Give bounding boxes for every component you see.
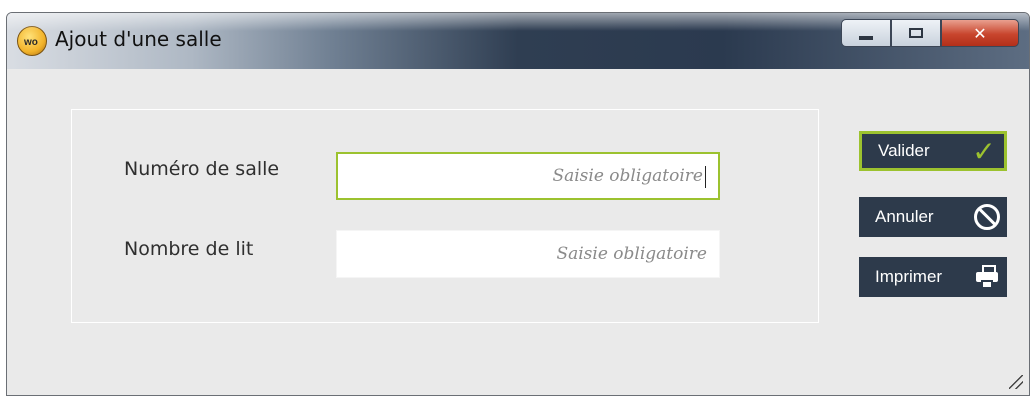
cancel-button[interactable]: Annuler (859, 197, 1007, 237)
print-button-label: Imprimer (875, 267, 943, 286)
form-panel: Numéro de salle Saisie obligatoire Nombr… (71, 109, 819, 323)
dialog-window: Ajout d'une salle ✕ Numéro de salle Sais… (6, 12, 1030, 396)
title-bar[interactable]: Ajout d'une salle ✕ (7, 13, 1029, 69)
ban-icon (967, 204, 1007, 230)
close-button[interactable]: ✕ (941, 19, 1019, 47)
bed-count-field[interactable]: Saisie obligatoire (336, 230, 720, 278)
window-title: Ajout d'une salle (55, 27, 222, 51)
text-caret (705, 165, 706, 188)
maximize-button[interactable] (891, 19, 941, 47)
cancel-button-label: Annuler (875, 207, 934, 226)
room-number-field[interactable]: Saisie obligatoire (336, 152, 720, 200)
validate-button-label: Valider (878, 141, 930, 160)
bed-count-placeholder: Saisie obligatoire (556, 244, 707, 264)
dialog-content: Numéro de salle Saisie obligatoire Nombr… (7, 69, 1029, 395)
validate-button[interactable]: Valider ✓ (859, 131, 1007, 171)
app-logo-icon (17, 26, 47, 56)
minimize-icon (859, 36, 873, 40)
checkmark-icon: ✓ (972, 134, 996, 168)
room-number-placeholder: Saisie obligatoire (552, 166, 703, 186)
printer-icon (967, 265, 1007, 289)
minimize-button[interactable] (841, 19, 891, 47)
window-controls: ✕ (841, 19, 1019, 49)
maximize-icon (909, 28, 923, 38)
print-button[interactable]: Imprimer (859, 257, 1007, 297)
bed-count-label: Nombre de lit (124, 238, 254, 260)
close-icon: ✕ (973, 23, 987, 43)
room-number-label: Numéro de salle (124, 158, 280, 180)
resize-grip-icon[interactable] (1009, 375, 1023, 389)
